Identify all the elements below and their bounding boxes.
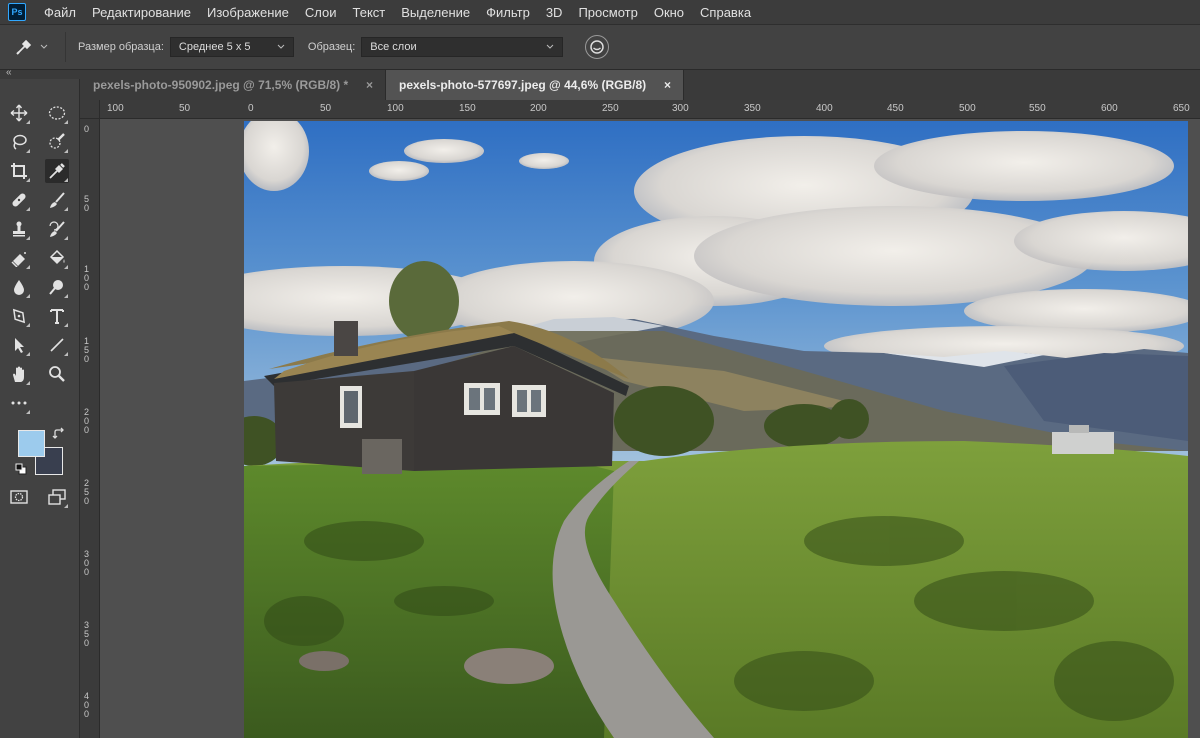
ruler-label: 550 (1029, 103, 1046, 114)
ruler-label: 600 (1101, 103, 1118, 114)
tab-document-2[interactable]: pexels-photo-577697.jpeg @ 44,6% (RGB/8)… (386, 70, 684, 100)
quick-mask-button[interactable] (7, 485, 31, 509)
menu-3d[interactable]: 3D (538, 5, 571, 20)
document-tabs: pexels-photo-950902.jpeg @ 71,5% (RGB/8)… (80, 70, 1200, 100)
canvas-workspace[interactable] (100, 119, 1200, 738)
marquee-tool[interactable] (45, 101, 69, 125)
zoom-icon (49, 366, 65, 382)
menu-file[interactable]: Файл (36, 5, 84, 20)
default-colors-icon[interactable] (15, 463, 27, 475)
menu-window[interactable]: Окно (646, 5, 692, 20)
collapse-toolbar-button[interactable]: « (6, 67, 12, 78)
ruler-label: 200 (530, 103, 547, 114)
ruler-label: 400 (816, 103, 833, 114)
document-image[interactable] (244, 121, 1188, 738)
ruler-label: 250 (602, 103, 619, 114)
path-select-tool[interactable] (7, 333, 31, 357)
ruler-label: 100 (84, 264, 90, 292)
menu-view[interactable]: Просмотр (570, 5, 645, 20)
brush-tool[interactable] (45, 188, 69, 212)
sample-size-label: Размер образца: (78, 41, 164, 53)
ruler-label: 450 (887, 103, 904, 114)
move-tool[interactable] (7, 101, 31, 125)
menu-layers[interactable]: Слои (297, 5, 345, 20)
quick-select-tool[interactable] (45, 130, 69, 154)
ruler-label: 150 (84, 336, 90, 364)
menu-edit[interactable]: Редактирование (84, 5, 199, 20)
quick-mask-icon (10, 490, 28, 504)
ruler-label: 150 (459, 103, 476, 114)
sample-layers-value: Все слои (370, 41, 417, 53)
ruler-label: 50 (84, 194, 90, 213)
tab-title: pexels-photo-950902.jpeg @ 71,5% (RGB/8)… (93, 78, 349, 92)
vertical-ruler[interactable]: 0 50 100 150 200 250 300 350 400 (80, 119, 100, 738)
zoom-tool[interactable] (45, 362, 69, 386)
ruler-label: 400 (84, 691, 90, 719)
eraser-tool[interactable] (7, 246, 31, 270)
ruler-label: 50 (320, 103, 332, 114)
lasso-tool[interactable] (7, 130, 31, 154)
chevron-down-icon (546, 44, 554, 49)
menu-bar: Ps Файл Редактирование Изображение Слои … (0, 0, 1200, 24)
sampling-ring-button[interactable] (585, 35, 610, 59)
eyedropper-icon (16, 39, 32, 55)
ruler-label: 100 (107, 103, 124, 114)
type-tool[interactable] (45, 304, 69, 328)
ruler-label: 100 (387, 103, 404, 114)
ruler-label: 0 (248, 103, 254, 114)
landscape-photo (244, 121, 1188, 738)
menu-select[interactable]: Выделение (393, 5, 478, 20)
healing-tool[interactable] (7, 188, 31, 212)
close-icon[interactable]: × (664, 78, 671, 92)
photoshop-logo: Ps (8, 3, 26, 21)
line-tool[interactable] (45, 333, 69, 357)
sample-size-select[interactable]: Среднее 5 x 5 (169, 37, 294, 57)
screen-mode-button[interactable] (45, 485, 69, 509)
horizontal-ruler[interactable]: 100 50 0 50 100 150 200 250 300 350 400 … (100, 100, 1200, 119)
eyedropper-tool[interactable] (45, 159, 69, 183)
ruler-label: 650 (1173, 103, 1190, 114)
ruler-label: 300 (84, 549, 90, 577)
ruler-label: 0 (84, 124, 90, 134)
tab-document-1[interactable]: pexels-photo-950902.jpeg @ 71,5% (RGB/8)… (80, 70, 386, 100)
ruler-label: 350 (744, 103, 761, 114)
sample-label: Образец: (307, 41, 356, 53)
blur-tool[interactable] (7, 275, 31, 299)
ruler-label: 300 (672, 103, 689, 114)
paint-bucket-tool[interactable] (45, 246, 69, 270)
swap-colors-icon[interactable] (52, 427, 66, 441)
ruler-origin[interactable] (80, 100, 100, 119)
sampling-ring-icon (590, 40, 605, 54)
sample-layers-select[interactable]: Все слои (361, 37, 564, 57)
tools-panel (0, 79, 80, 738)
crop-tool[interactable] (7, 159, 31, 183)
ruler-label: 250 (84, 478, 90, 506)
tab-title: pexels-photo-577697.jpeg @ 44,6% (RGB/8) (399, 78, 647, 92)
stamp-tool[interactable] (7, 217, 31, 241)
options-bar: Размер образца: Среднее 5 x 5 Образец: В… (0, 24, 1200, 70)
ruler-label: 50 (179, 103, 191, 114)
tool-preset-picker[interactable] (14, 32, 66, 62)
ruler-label: 200 (84, 407, 90, 435)
menu-image[interactable]: Изображение (199, 5, 297, 20)
menu-type[interactable]: Текст (345, 5, 394, 20)
dodge-tool[interactable] (45, 275, 69, 299)
chevron-down-icon (40, 44, 48, 49)
foreground-color-swatch[interactable] (18, 430, 45, 457)
menu-help[interactable]: Справка (692, 5, 759, 20)
close-icon[interactable]: × (366, 78, 373, 92)
ruler-label: 350 (84, 620, 90, 648)
ruler-label: 500 (959, 103, 976, 114)
sample-size-value: Среднее 5 x 5 (178, 41, 251, 53)
pen-tool[interactable] (7, 304, 31, 328)
chevron-down-icon (277, 44, 285, 49)
hand-tool[interactable] (7, 362, 31, 386)
edit-toolbar-button[interactable] (7, 391, 31, 415)
menu-filter[interactable]: Фильтр (478, 5, 538, 20)
history-brush-tool[interactable] (45, 217, 69, 241)
